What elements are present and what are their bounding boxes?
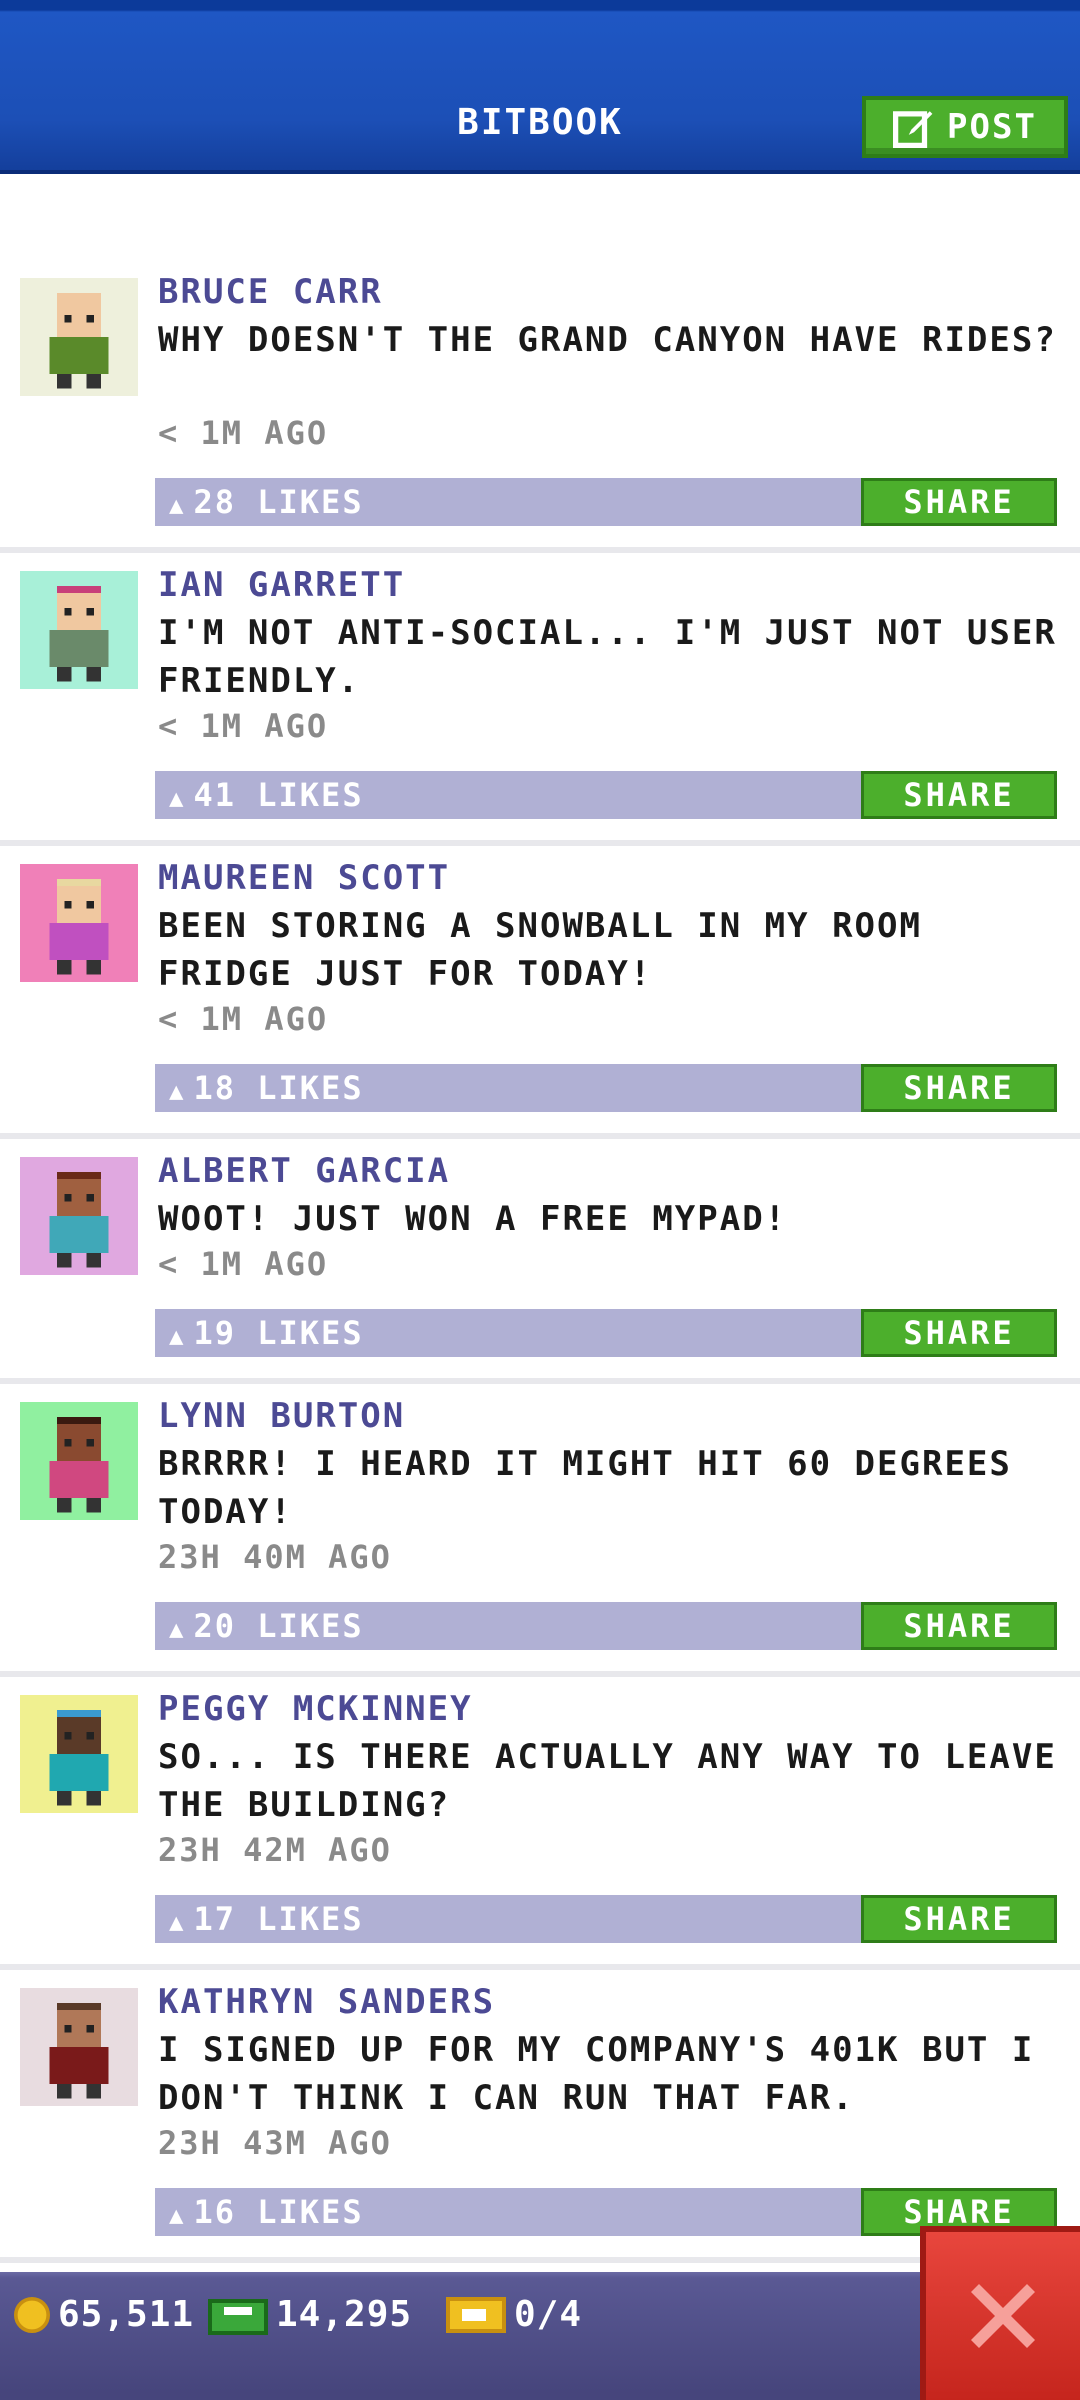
- share-button[interactable]: SHARE: [861, 1602, 1057, 1650]
- feed-item: MAUREEN SCOTT BEEN STORING A SNOWBALL IN…: [0, 846, 1080, 1139]
- share-button[interactable]: SHARE: [861, 1064, 1057, 1112]
- likes-label: 18 LIKES: [193, 1069, 364, 1107]
- likes-count: ▲ 18 LIKES: [169, 1069, 364, 1107]
- bux-icon: [208, 2298, 268, 2335]
- like-bar[interactable]: ▲ 18 LIKES SHARE: [155, 1064, 1057, 1112]
- likes-count: ▲ 20 LIKES: [169, 1607, 364, 1645]
- feed-item: ALBERT GARCIA WOOT! JUST WON A FREE MYPA…: [0, 1139, 1080, 1384]
- post-text: SO... IS THERE ACTUALLY ANY WAY TO LEAVE…: [158, 1737, 1057, 1825]
- avatar: [20, 1695, 138, 1813]
- post-text: BEEN STORING A SNOWBALL IN MY ROOM FRIDG…: [158, 906, 922, 994]
- author-name: PEGGY MCKINNEY: [158, 1689, 473, 1729]
- likes-label: 16 LIKES: [193, 2193, 364, 2231]
- avatar: [20, 1157, 138, 1275]
- post-text: I'M NOT ANTI-SOCIAL... I'M JUST NOT USER…: [158, 613, 1057, 701]
- thumbs-up-icon: ▲: [169, 784, 186, 812]
- like-bar[interactable]: ▲ 17 LIKES SHARE: [155, 1895, 1057, 1943]
- post-time: 23H 40M AGO: [158, 1538, 392, 1576]
- likes-label: 28 LIKES: [193, 483, 364, 521]
- likes-count: ▲ 17 LIKES: [169, 1900, 364, 1938]
- avatar: [20, 1402, 138, 1520]
- post-time: 23H 43M AGO: [158, 2124, 392, 2162]
- edit-icon: [893, 111, 933, 148]
- likes-count: ▲ 28 LIKES: [169, 483, 364, 521]
- avatar: [20, 864, 138, 982]
- post-time: < 1M AGO: [158, 1245, 329, 1283]
- close-icon: [971, 2284, 1035, 2348]
- feed-item: PEGGY MCKINNEY SO... IS THERE ACTUALLY A…: [0, 1677, 1080, 1970]
- coins-value: 65,511: [58, 2294, 195, 2335]
- feed-item: BRUCE CARR WHY DOESN'T THE GRAND CANYON …: [0, 260, 1080, 553]
- avatar: [20, 571, 138, 689]
- feed-item: KATHRYN SANDERS I SIGNED UP FOR MY COMPA…: [0, 1970, 1080, 2263]
- like-bar[interactable]: ▲ 20 LIKES SHARE: [155, 1602, 1057, 1650]
- like-bar[interactable]: ▲ 41 LIKES SHARE: [155, 771, 1057, 819]
- tickets-value: 0/4: [514, 2294, 583, 2335]
- ticket-icon: [446, 2296, 506, 2333]
- likes-label: 20 LIKES: [193, 1607, 364, 1645]
- likes-count: ▲ 41 LIKES: [169, 776, 364, 814]
- app-header: BITBOOK POST: [0, 0, 1080, 174]
- like-bar[interactable]: ▲ 28 LIKES SHARE: [155, 478, 1057, 526]
- thumbs-up-icon: ▲: [169, 1077, 186, 1105]
- author-name: IAN GARRETT: [158, 565, 406, 605]
- likes-count: ▲ 19 LIKES: [169, 1314, 364, 1352]
- avatar: [20, 1988, 138, 2106]
- post-time: < 1M AGO: [158, 707, 329, 745]
- bux-counter: 14,295: [208, 2294, 412, 2335]
- author-name: BRUCE CARR: [158, 272, 383, 312]
- post-button-label: POST: [947, 107, 1037, 147]
- likes-label: 19 LIKES: [193, 1314, 364, 1352]
- thumbs-up-icon: ▲: [169, 491, 186, 519]
- author-name: MAUREEN SCOTT: [158, 858, 451, 898]
- share-button[interactable]: SHARE: [861, 1309, 1057, 1357]
- share-button[interactable]: SHARE: [861, 478, 1057, 526]
- bux-value: 14,295: [276, 2294, 413, 2335]
- thumbs-up-icon: ▲: [169, 1615, 186, 1643]
- thumbs-up-icon: ▲: [169, 2201, 186, 2229]
- close-button[interactable]: [920, 2226, 1080, 2400]
- status-bar: 65,511 14,295 0/4: [0, 2272, 1080, 2400]
- share-button[interactable]: SHARE: [861, 1895, 1057, 1943]
- post-time: < 1M AGO: [158, 414, 329, 452]
- thumbs-up-icon: ▲: [169, 1322, 186, 1350]
- feed-item: LYNN BURTON BRRRR! I HEARD IT MIGHT HIT …: [0, 1384, 1080, 1677]
- author-name: KATHRYN SANDERS: [158, 1982, 496, 2022]
- likes-label: 41 LIKES: [193, 776, 364, 814]
- author-name: ALBERT GARCIA: [158, 1151, 451, 1191]
- post-button[interactable]: POST: [862, 96, 1068, 158]
- avatar: [20, 278, 138, 396]
- post-text: BRRRR! I HEARD IT MIGHT HIT 60 DEGREES T…: [158, 1444, 1012, 1532]
- thumbs-up-icon: ▲: [169, 1908, 186, 1936]
- coin-icon: [14, 2296, 50, 2333]
- feed-list: BRUCE CARR WHY DOESN'T THE GRAND CANYON …: [0, 260, 1080, 2263]
- coins-counter: 65,511: [14, 2294, 194, 2335]
- post-time: < 1M AGO: [158, 1000, 329, 1038]
- post-text: WOOT! JUST WON A FREE MYPAD!: [158, 1199, 788, 1239]
- likes-label: 17 LIKES: [193, 1900, 364, 1938]
- post-text: WHY DOESN'T THE GRAND CANYON HAVE RIDES?: [158, 320, 1057, 360]
- tickets-counter: 0/4: [446, 2294, 582, 2335]
- post-text: I SIGNED UP FOR MY COMPANY'S 401K BUT I …: [158, 2030, 1035, 2118]
- feed-item: IAN GARRETT I'M NOT ANTI-SOCIAL... I'M J…: [0, 553, 1080, 846]
- share-button[interactable]: SHARE: [861, 771, 1057, 819]
- author-name: LYNN BURTON: [158, 1396, 406, 1436]
- post-time: 23H 42M AGO: [158, 1831, 392, 1869]
- like-bar[interactable]: ▲ 19 LIKES SHARE: [155, 1309, 1057, 1357]
- likes-count: ▲ 16 LIKES: [169, 2193, 364, 2231]
